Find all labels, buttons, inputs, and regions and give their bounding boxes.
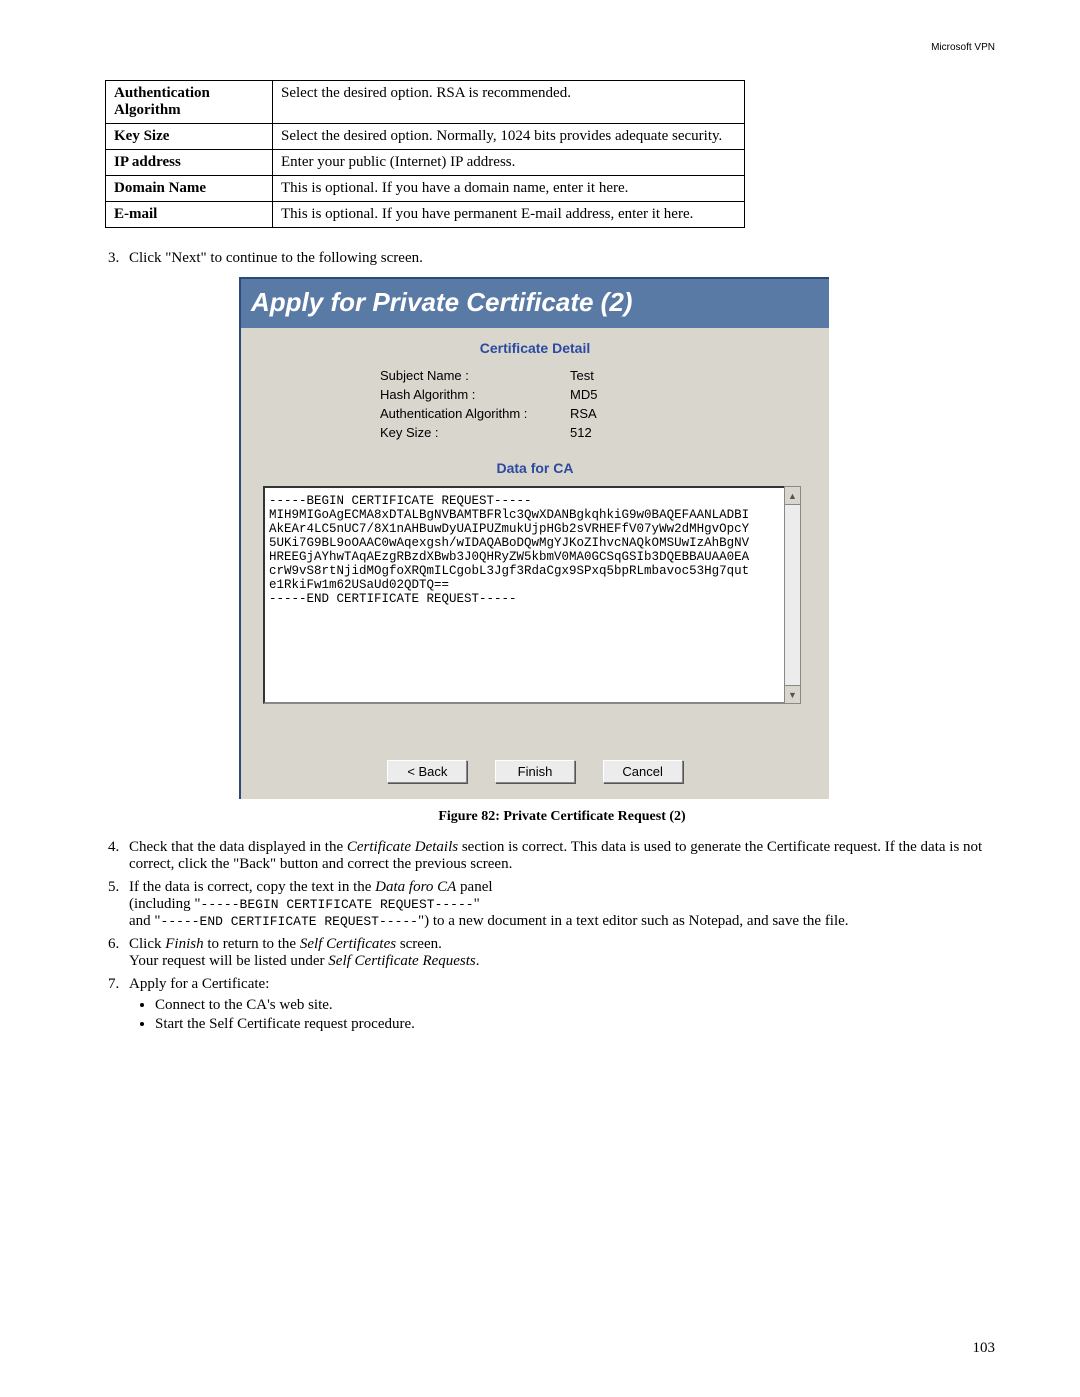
step-4: Check that the data displayed in the Cer… xyxy=(123,839,995,873)
page-number: 103 xyxy=(973,1340,996,1357)
param-desc: Select the desired option. Normally, 102… xyxy=(273,124,745,150)
detail-value: RSA xyxy=(570,406,650,421)
scroll-down-icon[interactable]: ▼ xyxy=(784,685,801,704)
emphasis: Self Certificates xyxy=(300,936,396,952)
section-certificate-detail: Certificate Detail xyxy=(241,340,829,356)
cancel-button[interactable]: Cancel xyxy=(603,760,683,783)
param-desc: This is optional. If you have permanent … xyxy=(273,202,745,228)
step-text-part: (including " xyxy=(129,896,201,912)
table-row: E-mail This is optional. If you have per… xyxy=(106,202,745,228)
param-desc: This is optional. If you have a domain n… xyxy=(273,176,745,202)
detail-label: Authentication Algorithm : xyxy=(380,406,570,421)
step-text-part: Check that the data displayed in the xyxy=(129,839,347,855)
table-row: IP address Enter your public (Internet) … xyxy=(106,150,745,176)
scrollbar[interactable]: ▲ ▼ xyxy=(784,486,801,704)
scroll-track[interactable] xyxy=(784,505,801,685)
param-desc: Enter your public (Internet) IP address. xyxy=(273,150,745,176)
instruction-list: Click "Next" to continue to the followin… xyxy=(85,250,995,1033)
step-text-part: and " xyxy=(129,913,161,929)
param-label: Key Size xyxy=(106,124,273,150)
param-label: Domain Name xyxy=(106,176,273,202)
step-text: Click "Next" to continue to the followin… xyxy=(129,250,423,266)
table-row: Authentication Algorithm Select the desi… xyxy=(106,81,745,124)
emphasis: Certificate Details xyxy=(347,839,458,855)
param-label: Authentication Algorithm xyxy=(106,81,273,124)
step-5: If the data is correct, copy the text in… xyxy=(123,879,995,930)
param-label: E-mail xyxy=(106,202,273,228)
step-text-part: If the data is correct, copy the text in… xyxy=(129,879,375,895)
detail-row: Subject Name : Test xyxy=(380,366,690,385)
step-text-part: panel xyxy=(456,879,492,895)
detail-value: 512 xyxy=(570,425,650,440)
certificate-detail-block: Subject Name : Test Hash Algorithm : MD5… xyxy=(380,366,690,442)
detail-row: Hash Algorithm : MD5 xyxy=(380,385,690,404)
step-text-part: . xyxy=(476,953,480,969)
ca-data-textarea[interactable] xyxy=(263,486,799,704)
figure-screenshot: Apply for Private Certificate (2) Certif… xyxy=(239,277,829,799)
detail-label: Subject Name : xyxy=(380,368,570,383)
step-7: Apply for a Certificate: Connect to the … xyxy=(123,976,995,1033)
step-text-part: ") to a new document in a text editor su… xyxy=(418,913,849,929)
detail-label: Key Size : xyxy=(380,425,570,440)
emphasis: Self Certificate Requests xyxy=(328,953,475,969)
back-button[interactable]: < Back xyxy=(387,760,467,783)
page-header-right: Microsoft VPN xyxy=(931,42,995,53)
finish-button[interactable]: Finish xyxy=(495,760,575,783)
step-text-part: to return to the xyxy=(204,936,300,952)
sub-bullets: Connect to the CA's web site. Start the … xyxy=(129,997,995,1033)
step-text-part: Your request will be listed under xyxy=(129,953,328,969)
param-label: IP address xyxy=(106,150,273,176)
detail-label: Hash Algorithm : xyxy=(380,387,570,402)
detail-row: Key Size : 512 xyxy=(380,423,690,442)
code-inline: -----BEGIN CERTIFICATE REQUEST----- xyxy=(201,897,474,912)
table-row: Key Size Select the desired option. Norm… xyxy=(106,124,745,150)
list-item: Start the Self Certificate request proce… xyxy=(155,1016,995,1033)
emphasis: Finish xyxy=(165,936,203,952)
figure-caption: Figure 82: Private Certificate Request (… xyxy=(129,809,995,825)
param-desc: Select the desired option. RSA is recomm… xyxy=(273,81,745,124)
table-row: Domain Name This is optional. If you hav… xyxy=(106,176,745,202)
scroll-up-icon[interactable]: ▲ xyxy=(784,486,801,505)
detail-row: Authentication Algorithm : RSA xyxy=(380,404,690,423)
list-item: Connect to the CA's web site. xyxy=(155,997,995,1014)
section-data-for-ca: Data for CA xyxy=(241,460,829,476)
step-text-part: Click xyxy=(129,936,165,952)
params-table: Authentication Algorithm Select the desi… xyxy=(105,80,745,228)
figure-window-title: Apply for Private Certificate (2) xyxy=(241,279,829,328)
step-text: Apply for a Certificate: xyxy=(129,976,269,992)
detail-value: Test xyxy=(570,368,650,383)
step-text-part: screen. xyxy=(396,936,442,952)
emphasis: Data foro CA xyxy=(375,879,456,895)
step-6: Click Finish to return to the Self Certi… xyxy=(123,936,995,970)
button-row: < Back Finish Cancel xyxy=(241,760,829,783)
detail-value: MD5 xyxy=(570,387,650,402)
code-inline: -----END CERTIFICATE REQUEST----- xyxy=(161,914,418,929)
step-text-part: " xyxy=(474,896,480,912)
step-3: Click "Next" to continue to the followin… xyxy=(123,250,995,825)
